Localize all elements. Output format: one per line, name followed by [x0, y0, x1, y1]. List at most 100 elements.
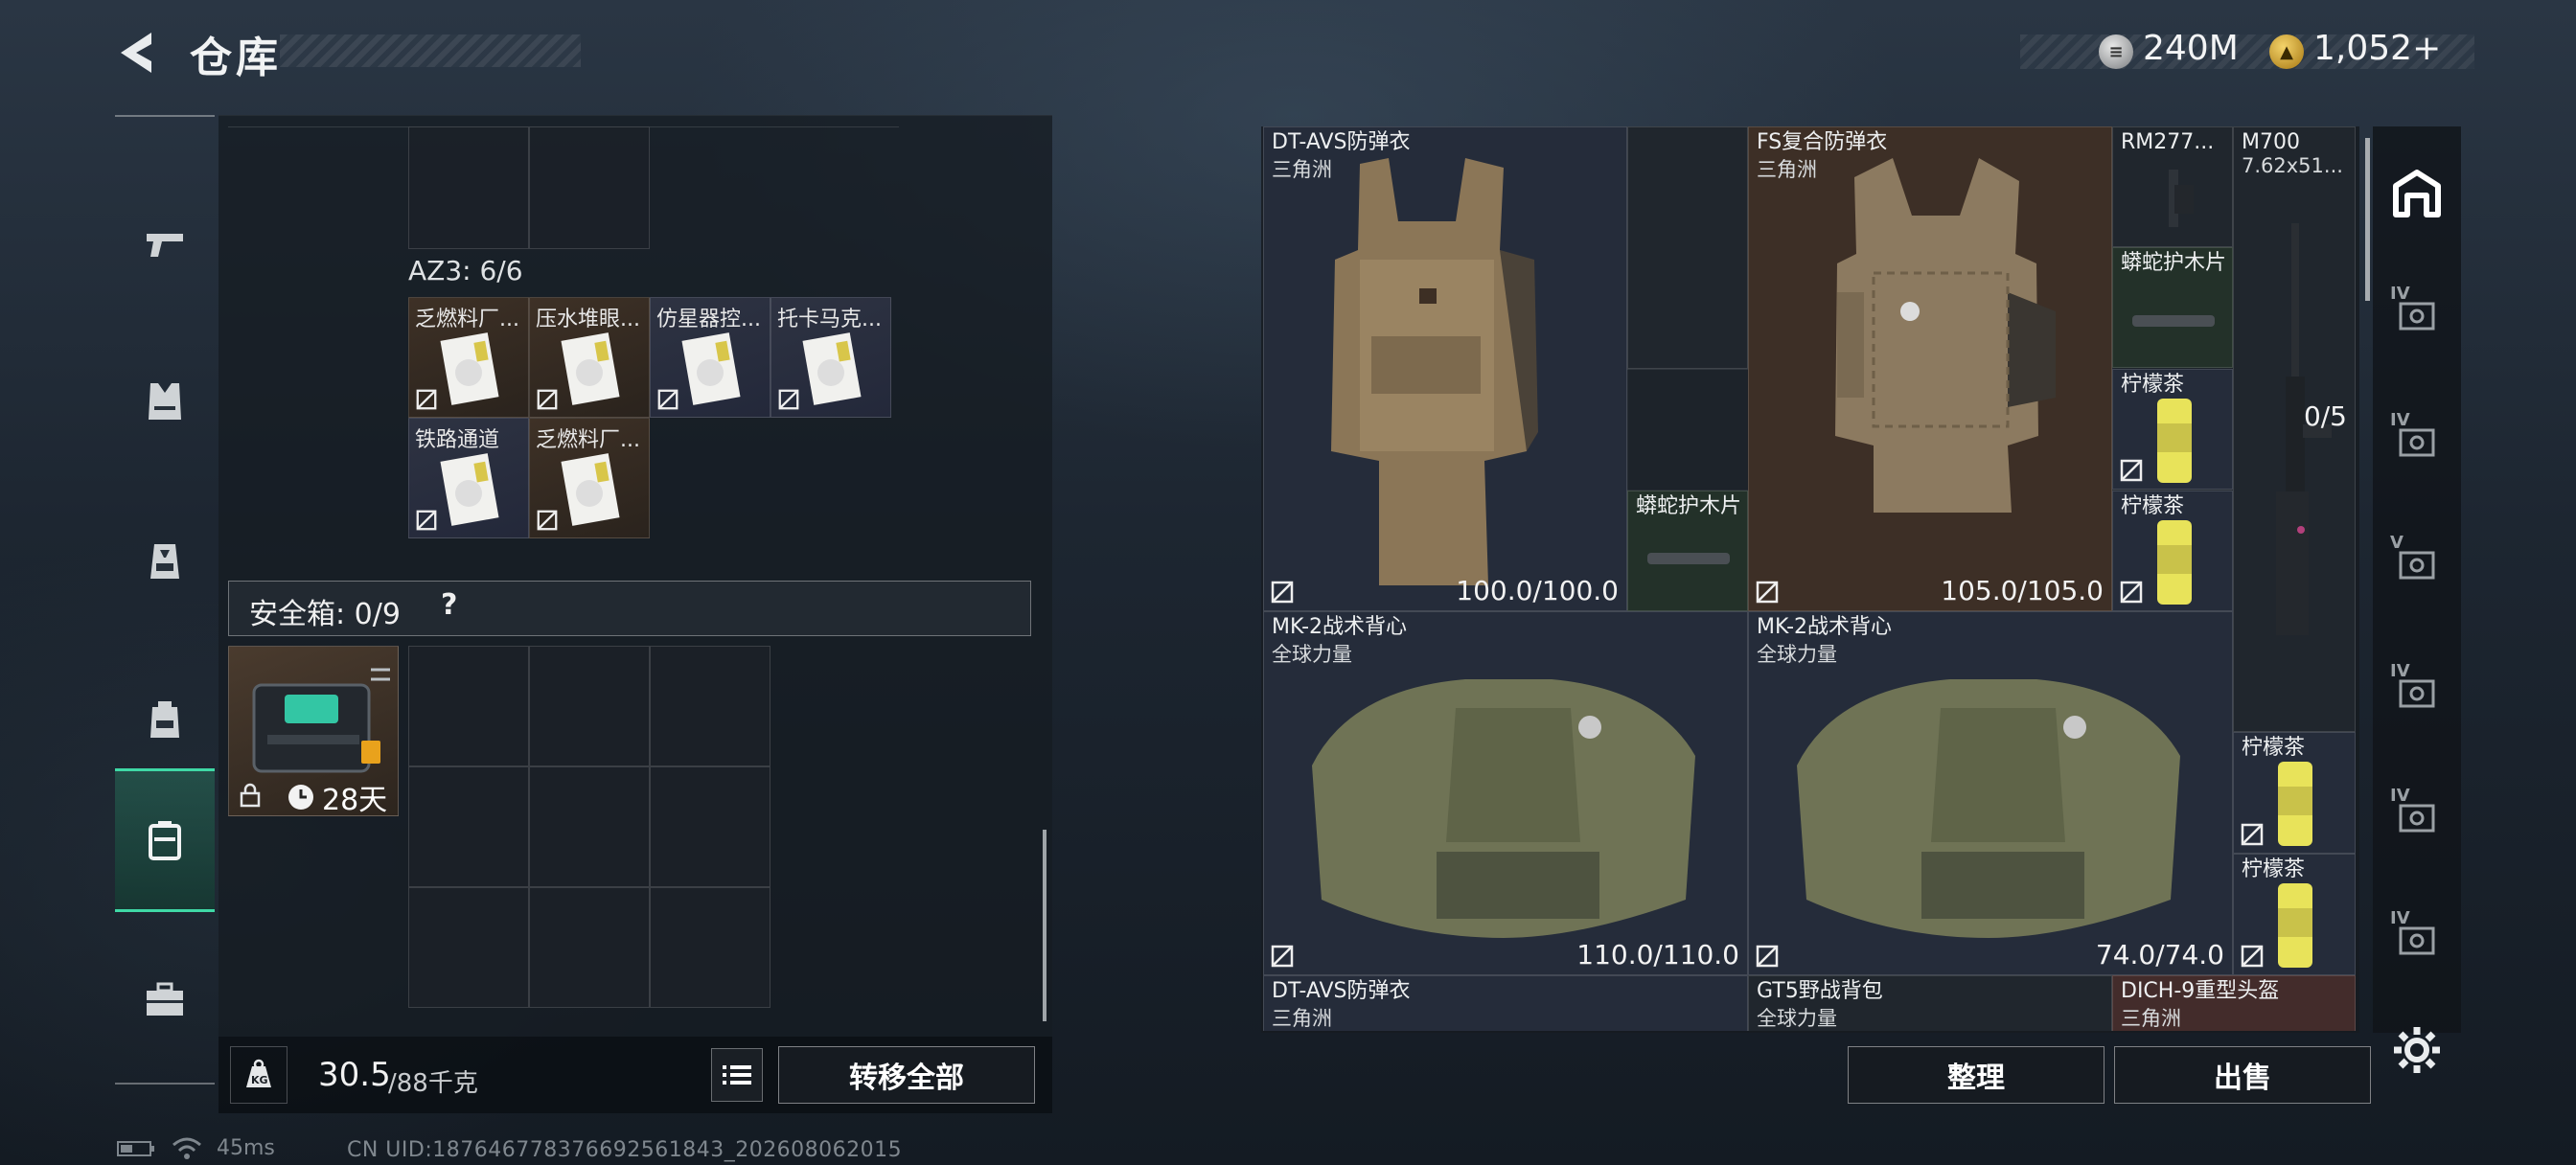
empty-slot[interactable]	[1627, 126, 1748, 369]
lemon-tea-can-image	[2157, 399, 2192, 483]
item-lemon-tea[interactable]: 柠檬茶	[2233, 854, 2356, 975]
safebox-icon	[149, 821, 181, 860]
empty-slot[interactable]	[529, 126, 650, 249]
no-share-icon	[778, 389, 799, 410]
document-image	[440, 453, 499, 526]
no-share-icon	[1756, 581, 1779, 604]
tier-label: IV	[2390, 908, 2410, 928]
ping-value: 45ms	[217, 1136, 275, 1160]
safe-slot[interactable]	[529, 887, 650, 1008]
status-bar: 45ms	[117, 1136, 275, 1160]
item-dt-avs-vest[interactable]: DT-AVS防弹衣 三角洲 100.0/100.0	[1263, 126, 1627, 611]
safe-slot[interactable]	[650, 766, 770, 887]
vest-icon	[149, 383, 181, 420]
item-name: 乏燃料厂...	[415, 308, 519, 331]
item-mk2-vest[interactable]: MK-2战术背心 全球力量 110.0/110.0	[1263, 611, 1748, 975]
az3-item[interactable]: 仿星器控...	[650, 297, 770, 418]
item-lemon-tea[interactable]: 柠檬茶	[2112, 491, 2233, 611]
rail-armor[interactable]	[115, 330, 215, 473]
filter-all[interactable]	[2386, 163, 2448, 224]
filter-tier-6[interactable]: IV	[2386, 908, 2448, 970]
item-mk2-vest[interactable]: MK-2战术背心 全球力量 74.0/74.0	[1748, 611, 2233, 975]
filter-tier-4[interactable]: IV	[2386, 661, 2448, 722]
back-button[interactable]	[113, 27, 163, 79]
item-lemon-tea[interactable]: 柠檬茶	[2112, 369, 2233, 490]
safe-slot[interactable]	[529, 646, 650, 766]
weight-current: 30.5	[318, 1056, 391, 1094]
item-python-handguard[interactable]: 蟒蛇护木片	[2112, 247, 2233, 368]
chest-rig-icon	[150, 544, 179, 579]
item-durability: 100.0/100.0	[1456, 575, 1619, 606]
item-durability: 105.0/105.0	[1941, 575, 2104, 606]
coupon-amount: 1,052	[2313, 29, 2413, 68]
ammo-count: 0/5	[2303, 400, 2347, 432]
item-gt5-backpack[interactable]: GT5野战背包 全球力量	[1748, 975, 2112, 1031]
safe-slot[interactable]	[408, 646, 529, 766]
list-icon	[723, 1065, 751, 1085]
no-share-icon	[1756, 945, 1779, 968]
filter-tier-3[interactable]: V	[2386, 533, 2448, 594]
page-title: 仓库	[190, 34, 282, 82]
item-name: 仿星器控...	[656, 308, 761, 331]
sell-button[interactable]: 出售	[2114, 1046, 2371, 1104]
item-name: 蟒蛇护木片	[2121, 251, 2227, 275]
left-scrollbar[interactable]	[1043, 830, 1046, 1021]
az3-item[interactable]: 托卡马克...	[770, 297, 891, 418]
no-share-icon	[2120, 581, 2143, 604]
list-view-button[interactable]	[711, 1048, 763, 1102]
settings-button[interactable]	[2392, 1025, 2442, 1075]
coupon-value[interactable]: 1,052+	[2313, 29, 2441, 68]
rail-chest-rig[interactable]	[115, 489, 215, 632]
help-button[interactable]: ?	[441, 588, 457, 622]
filter-tier-1[interactable]: IV	[2386, 284, 2448, 345]
safe-slot[interactable]	[650, 646, 770, 766]
rail-weapons[interactable]	[115, 171, 215, 314]
backpack-icon	[150, 701, 179, 738]
vest-image	[1835, 158, 2056, 513]
weight-button[interactable]: KG	[230, 1046, 288, 1104]
money-icon: ≡	[2099, 34, 2133, 69]
item-python-handguard[interactable]: 蟒蛇护木片	[1627, 491, 1748, 611]
tier-label: IV	[2390, 786, 2410, 806]
item-name: 压水堆眼...	[536, 308, 640, 331]
tier-label: IV	[2390, 661, 2410, 681]
filter-tier-2[interactable]: IV	[2386, 410, 2448, 471]
item-name: 柠檬茶	[2121, 494, 2185, 518]
uid-text: CN UID:187646778376692561843_20260806201…	[347, 1138, 903, 1162]
handguard-image	[1647, 553, 1730, 564]
item-dt-avs-vest[interactable]: DT-AVS防弹衣 三角洲	[1263, 975, 1748, 1031]
transfer-all-button[interactable]: 转移全部	[778, 1046, 1035, 1104]
az3-item[interactable]: 压水堆眼...	[529, 297, 650, 418]
filter-tier-5[interactable]: IV	[2386, 786, 2448, 847]
item-dich9-helmet[interactable]: DICH-9重型头盔 三角洲	[2112, 975, 2356, 1031]
right-scrollbar[interactable]	[2365, 138, 2370, 301]
safe-slot[interactable]	[408, 766, 529, 887]
item-m700-rifle[interactable]: M700 7.62x51... 0/5	[2233, 126, 2356, 732]
item-rm277[interactable]: RM277...	[2112, 126, 2233, 247]
rail-safebox[interactable]	[115, 768, 215, 912]
empty-slot[interactable]	[408, 126, 529, 249]
document-image	[681, 332, 741, 405]
item-fs-vest[interactable]: FS复合防弹衣 三角洲 105.0/105.0	[1748, 126, 2112, 611]
item-name: DT-AVS防弹衣	[1272, 979, 1411, 1003]
rail-toolbox[interactable]	[115, 927, 215, 1071]
item-lemon-tea[interactable]: 柠檬茶	[2233, 732, 2356, 854]
item-sub: 全球力量	[1272, 643, 1352, 666]
weight-icon: KG	[246, 1059, 271, 1087]
tier-label: IV	[2390, 410, 2410, 430]
az3-item[interactable]: 铁路通道	[408, 418, 529, 538]
no-share-icon	[537, 510, 558, 531]
az3-item[interactable]: 乏燃料厂...	[408, 297, 529, 418]
safe-slot[interactable]	[408, 887, 529, 1008]
add-coupon-button[interactable]: +	[2412, 29, 2441, 68]
az3-item[interactable]: 乏燃料厂...	[529, 418, 650, 538]
no-share-icon	[537, 389, 558, 410]
item-name: 柠檬茶	[2121, 373, 2185, 397]
item-name: GT5野战背包	[1757, 979, 1883, 1003]
item-sub: 三角洲	[1757, 158, 1817, 181]
item-name: MK-2战术背心	[1272, 615, 1408, 639]
sort-button[interactable]: 整理	[1848, 1046, 2104, 1104]
safe-slot[interactable]	[650, 887, 770, 1008]
clock-icon	[288, 785, 313, 810]
safe-slot[interactable]	[529, 766, 650, 887]
